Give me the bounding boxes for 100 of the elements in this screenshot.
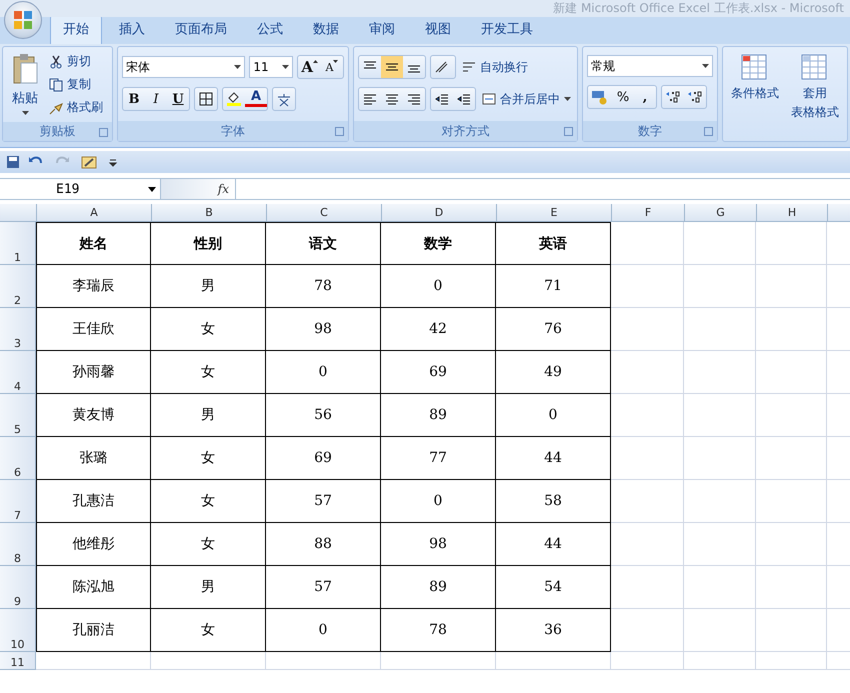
empty-cell (684, 480, 756, 523)
clipboard-action[interactable]: 复制 (47, 74, 105, 95)
column-header[interactable]: G (685, 204, 757, 221)
ribbon-tab[interactable]: 插入 (106, 15, 158, 44)
paste-button[interactable]: 粘贴 (7, 51, 43, 118)
indent-icon (435, 92, 449, 106)
vertical-align-button[interactable] (381, 56, 403, 78)
shrink-font-button[interactable]: A (321, 56, 343, 78)
table-cell: 女 (151, 523, 266, 566)
empty-cell (684, 222, 756, 265)
empty-cell (756, 523, 827, 566)
group-label: 剪贴板 (40, 123, 76, 140)
table-cell: 58 (496, 480, 611, 523)
table-cell: 71 (496, 265, 611, 308)
table-cell: 89 (381, 566, 496, 609)
row-header[interactable]: 3 (0, 308, 36, 351)
column-header[interactable]: H (757, 204, 828, 221)
table-cell: 女 (151, 609, 266, 652)
row-header[interactable]: 6 (0, 437, 36, 480)
ribbon-tab[interactable]: 审阅 (356, 15, 408, 44)
ribbon-tab[interactable]: 公式 (244, 15, 296, 44)
caret-icon (22, 111, 28, 115)
table-cell: 性别 (151, 222, 266, 265)
table-cell: 49 (496, 351, 611, 394)
empty-cell (756, 351, 827, 394)
table-cell: 57 (266, 566, 381, 609)
align-lines-icon (407, 92, 421, 106)
caret-icon (282, 65, 290, 69)
office-button[interactable] (4, 1, 42, 39)
italic-button[interactable]: I (145, 88, 167, 110)
table-cell: 44 (496, 523, 611, 566)
column-header[interactable]: D (382, 204, 497, 221)
table-cell: 孔丽洁 (36, 609, 151, 652)
empty-cell (684, 523, 756, 566)
paint-bucket-icon (226, 91, 242, 107)
merge-center-button[interactable]: 合并后居中 (480, 88, 573, 110)
column-header[interactable]: A (37, 204, 152, 221)
empty-cell (756, 480, 827, 523)
column-header[interactable]: E (497, 204, 612, 221)
table-cell: 57 (266, 480, 381, 523)
table-cell: 女 (151, 480, 266, 523)
save-icon[interactable] (6, 155, 20, 169)
empty-cell (756, 652, 827, 670)
font-size-dropdown[interactable]: 11 (249, 56, 294, 78)
caret-icon (234, 65, 242, 69)
table-cell: 98 (381, 523, 496, 566)
table-cell: 女 (151, 308, 266, 351)
column-header[interactable]: C (267, 204, 382, 221)
copy-icon (49, 78, 63, 92)
grow-font-button[interactable]: A (298, 56, 321, 78)
empty-cell (684, 609, 756, 652)
number-format-dropdown[interactable]: 常规 (587, 55, 713, 77)
ribbon-tab[interactable]: 页面布局 (162, 15, 240, 44)
column-header[interactable]: F (612, 204, 685, 221)
styles-button[interactable]: 条件格式 (727, 51, 783, 137)
empty-cell (756, 437, 827, 480)
row-header[interactable]: 10 (0, 609, 36, 652)
clipboard-action[interactable]: 剪切 (47, 51, 105, 72)
empty-cell (756, 394, 827, 437)
empty-cell (684, 652, 756, 670)
table-cell: 男 (151, 265, 266, 308)
row-header[interactable]: 5 (0, 394, 36, 437)
group-label: 字体 (221, 122, 245, 140)
row-header[interactable]: 7 (0, 480, 36, 523)
indent-icon (457, 92, 471, 106)
row-header[interactable]: 2 (0, 265, 36, 308)
table-cell: 78 (381, 609, 496, 652)
table-cell: 0 (266, 609, 381, 652)
row-header[interactable]: 8 (0, 523, 36, 566)
ribbon-tab[interactable]: 数据 (300, 15, 352, 44)
table-cell: 88 (266, 523, 381, 566)
caret-icon (313, 60, 318, 63)
bold-button[interactable]: B (123, 88, 145, 110)
comma-button[interactable]: , (634, 86, 656, 108)
ribbon-tab[interactable]: 开发工具 (468, 15, 546, 44)
customize-caret-icon[interactable] (108, 157, 118, 167)
clipboard-icon (11, 53, 39, 85)
table-cell: 44 (496, 437, 611, 480)
clipboard-action[interactable]: 格式刷 (47, 97, 105, 118)
styles-button[interactable]: 套用 表格格式 (787, 51, 843, 137)
office-logo-icon (12, 9, 34, 31)
insert-function-button[interactable]: fx (160, 179, 236, 199)
row-header[interactable]: 11 (0, 652, 36, 670)
percent-button[interactable]: % (612, 86, 634, 108)
table-cell: 89 (381, 394, 496, 437)
font-name-dropdown[interactable]: 宋体 (122, 56, 246, 78)
column-header[interactable]: B (152, 204, 267, 221)
ribbon-tab[interactable]: 开始 (50, 15, 102, 44)
underline-button[interactable]: U (167, 88, 189, 110)
row-header[interactable]: 1 (0, 222, 36, 265)
table-cell: 黄友博 (36, 394, 151, 437)
row-header[interactable]: 9 (0, 566, 36, 609)
caret-icon (564, 97, 571, 101)
ribbon-tab[interactable]: 视图 (412, 15, 464, 44)
wrap-text-button[interactable]: 自动换行 (460, 56, 530, 78)
row-header[interactable]: 4 (0, 351, 36, 394)
brush-icon (49, 100, 63, 114)
table-cell: 姓名 (36, 222, 151, 265)
table-cell: 语文 (266, 222, 381, 265)
name-box[interactable]: E19 (0, 179, 160, 199)
